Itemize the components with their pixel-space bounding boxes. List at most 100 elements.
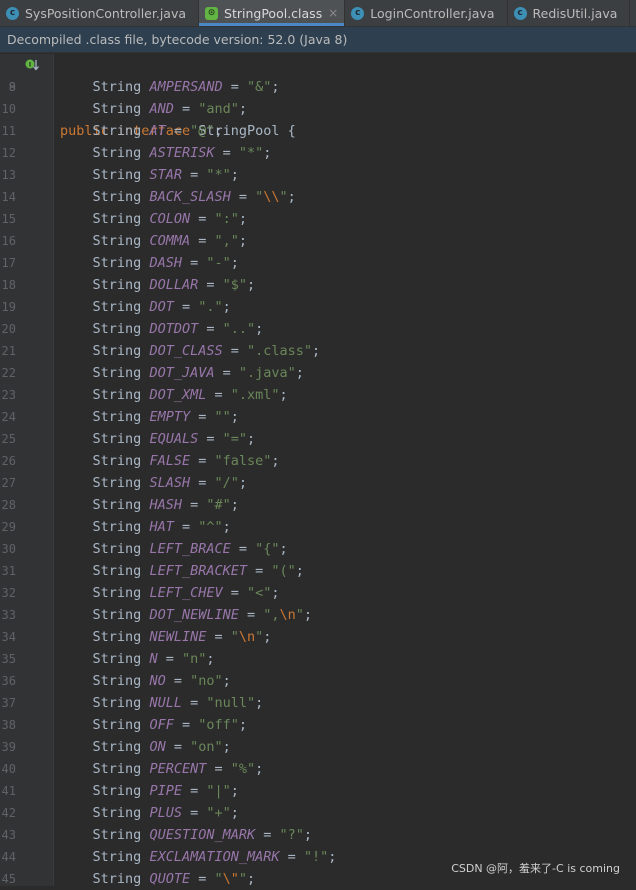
constant-name: AMPERSAND (149, 79, 223, 95)
line-number: 30 (1, 542, 16, 556)
line-number: 18 (1, 278, 16, 292)
tab-label: RedisUtil.java (532, 5, 618, 21)
string-literal: ".class" (246, 343, 313, 359)
implementation-gutter-icon[interactable]: I (25, 58, 39, 72)
string-literal: "?" (279, 827, 304, 843)
csdn-watermark: CSDN @阿，羞来了-C is coming (451, 862, 620, 875)
constant-name: AND (149, 101, 174, 117)
svg-text:I: I (29, 62, 31, 69)
line-number: 39 (1, 740, 16, 754)
code-line: 16 String COMMA = ","; (0, 230, 636, 252)
escape-sequence: \\ (263, 189, 280, 205)
string-literal: ".java" (238, 365, 296, 381)
constant-name: HASH (149, 497, 182, 513)
string-literal: "\n" (230, 629, 264, 645)
string-literal: "," (214, 233, 239, 249)
type-name: String (92, 101, 142, 117)
constant-name: NEWLINE (149, 629, 207, 645)
line-number: 41 (1, 784, 16, 798)
editor-tab[interactable]: c SysPositionController.java (0, 0, 200, 26)
string-literal: "|" (206, 783, 231, 799)
line-number: 34 (1, 630, 16, 644)
type-name: String (92, 167, 142, 183)
constant-name: DOLLAR (149, 277, 199, 293)
tab-label: LoginController.java (370, 5, 495, 21)
string-literal: "." (198, 299, 223, 315)
line-number: 15 (1, 212, 16, 226)
decompiled-info-banner: Decompiled .class file, bytecode version… (0, 27, 636, 53)
type-name: String (92, 79, 142, 95)
code-line: 17 String DASH = "-"; (0, 252, 636, 274)
code-line: 36 String NO = "no"; (0, 670, 636, 692)
line-number: 27 (1, 476, 16, 490)
code-line: 27 String SLASH = "/"; (0, 472, 636, 494)
type-name: String (92, 871, 142, 887)
line-number: 20 (1, 322, 16, 336)
code-line: 9 String AMPERSAND = "&"; (0, 76, 636, 98)
type-name: String (92, 431, 142, 447)
type-name: String (92, 827, 142, 843)
constant-name: HAT (149, 519, 174, 535)
code-line: 11 String AT = "@"; (0, 120, 636, 142)
type-name: String (92, 299, 142, 315)
type-name: String (92, 519, 142, 535)
type-name: String (92, 695, 142, 711)
code-line: 30 String LEFT_BRACE = "{"; (0, 538, 636, 560)
vertical-scrollbar[interactable] (628, 54, 636, 886)
type-name: String (92, 453, 142, 469)
editor-tab[interactable]: c RedisUtil.java (508, 0, 631, 26)
editor-tab[interactable]: ⊙ StringPool.class × (199, 0, 346, 26)
code-line: 14 String BACK_SLASH = "\\"; (0, 186, 636, 208)
constant-name: EMPTY (149, 409, 191, 425)
string-literal: ".xml" (230, 387, 280, 403)
constant-name: COMMA (149, 233, 191, 249)
escape-sequence: \n (279, 607, 296, 623)
code-editor[interactable]: 8 I public interface StringPool { 9 Stri… (0, 54, 636, 887)
type-name: String (92, 651, 142, 667)
constant-name: QUESTION_MARK (149, 827, 256, 843)
string-literal: ",\n" (263, 607, 304, 623)
type-name: String (92, 255, 142, 271)
string-literal: "=" (222, 431, 247, 447)
line-number: 45 (1, 872, 16, 886)
code-line: 28 String HASH = "#"; (0, 494, 636, 516)
code-line: 24 String EMPTY = ""; (0, 406, 636, 428)
type-name: String (92, 233, 142, 249)
editor-tab-bar: c SysPositionController.java ⊙ StringPool.c… (0, 0, 636, 27)
code-line: 13 String STAR = "*"; (0, 164, 636, 186)
class-c-icon: c (351, 6, 365, 20)
constant-name: DOT_CLASS (149, 343, 223, 359)
constant-name: NULL (149, 695, 182, 711)
code-line: 10 String AND = "and"; (0, 98, 636, 120)
constant-name: STAR (149, 167, 182, 183)
line-number: 37 (1, 696, 16, 710)
string-literal: "%" (230, 761, 256, 777)
constant-name: ASTERISK (149, 145, 215, 161)
string-literal: "{" (255, 541, 280, 557)
code-line: 20 String DOTDOT = ".."; (0, 318, 636, 340)
line-number: 9 (8, 80, 16, 94)
line-number: 11 (1, 124, 16, 138)
escape-sequence: \n (238, 629, 256, 645)
line-number: 44 (1, 850, 16, 864)
type-name: String (92, 211, 142, 227)
code-line: 25 String EQUALS = "="; (0, 428, 636, 450)
string-literal: "" (214, 409, 231, 425)
constant-name: PLUS (149, 805, 182, 821)
close-icon[interactable]: × (328, 6, 338, 20)
line-number: 25 (1, 432, 16, 446)
type-name: String (92, 761, 142, 777)
constant-name: OFF (149, 717, 174, 733)
code-line: 41 String PIPE = "|"; (0, 780, 636, 802)
constant-name: PIPE (149, 783, 182, 799)
code-line: 39 String ON = "on"; (0, 736, 636, 758)
line-number: 33 (1, 608, 16, 622)
constant-name: EXCLAMATION_MARK (149, 849, 280, 865)
code-line: 19 String DOT = "."; (0, 296, 636, 318)
tab-label: SysPositionController.java (25, 5, 187, 21)
type-name: String (92, 541, 142, 557)
constant-name: NO (149, 673, 166, 689)
editor-tab[interactable]: c LoginController.java (345, 0, 508, 26)
line-number: 24 (1, 410, 16, 424)
line-number: 38 (1, 718, 16, 732)
